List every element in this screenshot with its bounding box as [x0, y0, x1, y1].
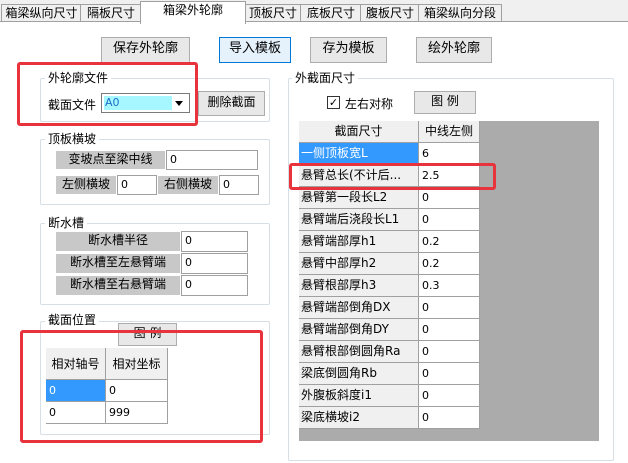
- table-row-value[interactable]: 0: [419, 363, 480, 385]
- top-slope-title: 顶板横坡: [45, 132, 100, 146]
- outer-size-title: 外截面尺寸: [292, 71, 359, 85]
- table-row-value[interactable]: 0: [419, 297, 480, 319]
- top-slope-group: [40, 139, 270, 205]
- table-row-value[interactable]: 0: [419, 407, 480, 429]
- table-row-cell-axis[interactable]: 0: [46, 380, 106, 402]
- right-slope-input[interactable]: 0: [219, 175, 259, 195]
- table-row-name[interactable]: 悬臂根部倒圆角Ra: [299, 341, 419, 363]
- drip-right-label: 断水槽至右悬臂端: [55, 275, 181, 296]
- col-header-coord: 相对坐标: [106, 348, 168, 380]
- chevron-down-icon[interactable]: [175, 101, 183, 106]
- table-row-cell-axis[interactable]: 0: [46, 402, 106, 424]
- table-row-value[interactable]: 2.5: [419, 165, 480, 187]
- tab-bar: 箱梁纵向尺寸 隔板尺寸 箱梁外轮廓 顶板尺寸 底板尺寸 腹板尺寸 箱梁纵向分段: [0, 0, 628, 24]
- table-row-value[interactable]: 0: [419, 319, 480, 341]
- slope-point-label: 变坡点至梁中线: [55, 150, 166, 170]
- section-legend-button[interactable]: 图 例: [118, 323, 177, 346]
- col-header-axis: 相对轴号: [46, 348, 106, 380]
- table-row-name[interactable]: 悬臂端部倒角DX: [299, 297, 419, 319]
- draw-outline-button[interactable]: 绘外轮廓: [416, 37, 492, 63]
- table-row-value[interactable]: 0: [419, 341, 480, 363]
- drip-left-label: 断水槽至左悬臂端: [55, 253, 181, 274]
- tab-outer-outline[interactable]: 箱梁外轮廓: [140, 1, 246, 24]
- outer-legend-button[interactable]: 图 例: [414, 91, 476, 114]
- table-row-name[interactable]: 悬臂根部厚h3: [299, 275, 419, 297]
- table-row-name[interactable]: 悬臂总长(不计后...: [299, 165, 419, 187]
- drip-title: 断水槽: [45, 216, 88, 230]
- table-row-value[interactable]: 0: [419, 385, 480, 407]
- table-row-cell-coord[interactable]: 0: [106, 380, 168, 402]
- import-template-button[interactable]: 导入模板: [219, 37, 291, 63]
- delete-section-button[interactable]: 删除截面: [198, 91, 265, 116]
- table-row-name[interactable]: 悬臂中部厚h2: [299, 253, 419, 275]
- symmetric-label[interactable]: 左右对称: [345, 95, 393, 112]
- section-position-title: 截面位置: [45, 313, 100, 327]
- table-row-name[interactable]: 悬臂端部厚h1: [299, 231, 419, 253]
- section-position-table: 相对轴号 相对坐标 0 0 0 999: [46, 348, 168, 428]
- table-row-value[interactable]: 0.2: [419, 231, 480, 253]
- outer-size-table: 截面尺寸 中线左侧 一侧顶板宽L 6 悬臂总长(不计后... 2.5 悬臂第一段长L2 0…: [299, 121, 599, 441]
- table-row-name[interactable]: 悬臂端后浇段长L1: [299, 209, 419, 231]
- table-row-name[interactable]: 梁底倒圆角Rb: [299, 363, 419, 385]
- table-row-cell-coord[interactable]: 999: [106, 402, 168, 424]
- table-row-value[interactable]: 0: [419, 209, 480, 231]
- table-row-name[interactable]: 外腹板斜度i1: [299, 385, 419, 407]
- save-as-template-button[interactable]: 存为模板: [310, 37, 387, 63]
- table-row-name[interactable]: 悬臂端部倒角DY: [299, 319, 419, 341]
- col-header-size: 截面尺寸: [299, 121, 419, 143]
- table-row-name[interactable]: 悬臂第一段长L2: [299, 187, 419, 209]
- table-row-name[interactable]: 梁底横坡i2: [299, 407, 419, 429]
- section-file-label: 截面文件: [48, 98, 97, 112]
- table-row-value[interactable]: 0.3: [419, 275, 480, 297]
- left-slope-input[interactable]: 0: [117, 175, 157, 195]
- drip-radius-input[interactable]: 0: [181, 231, 248, 252]
- save-outline-button[interactable]: 保存外轮廓: [101, 37, 190, 63]
- slope-point-input[interactable]: 0: [166, 150, 258, 170]
- table-row-name[interactable]: 一侧顶板宽L: [299, 143, 419, 165]
- left-slope-label: 左侧横坡: [55, 175, 117, 195]
- symmetric-checkbox[interactable]: ✓: [327, 96, 340, 109]
- drip-radius-label: 断水槽半径: [55, 231, 181, 252]
- drip-left-input[interactable]: 0: [181, 253, 248, 274]
- section-file-select[interactable]: A0: [101, 93, 190, 113]
- table-row-value[interactable]: 6: [419, 143, 480, 165]
- right-slope-label: 右侧横坡: [157, 175, 219, 195]
- col-header-left: 中线左侧: [419, 121, 480, 143]
- section-file-value: A0: [104, 96, 172, 110]
- table-row-value[interactable]: 0.2: [419, 253, 480, 275]
- table-row-value[interactable]: 0: [419, 187, 480, 209]
- drip-right-input[interactable]: 0: [181, 275, 248, 296]
- outline-file-title: 外轮廓文件: [45, 71, 112, 85]
